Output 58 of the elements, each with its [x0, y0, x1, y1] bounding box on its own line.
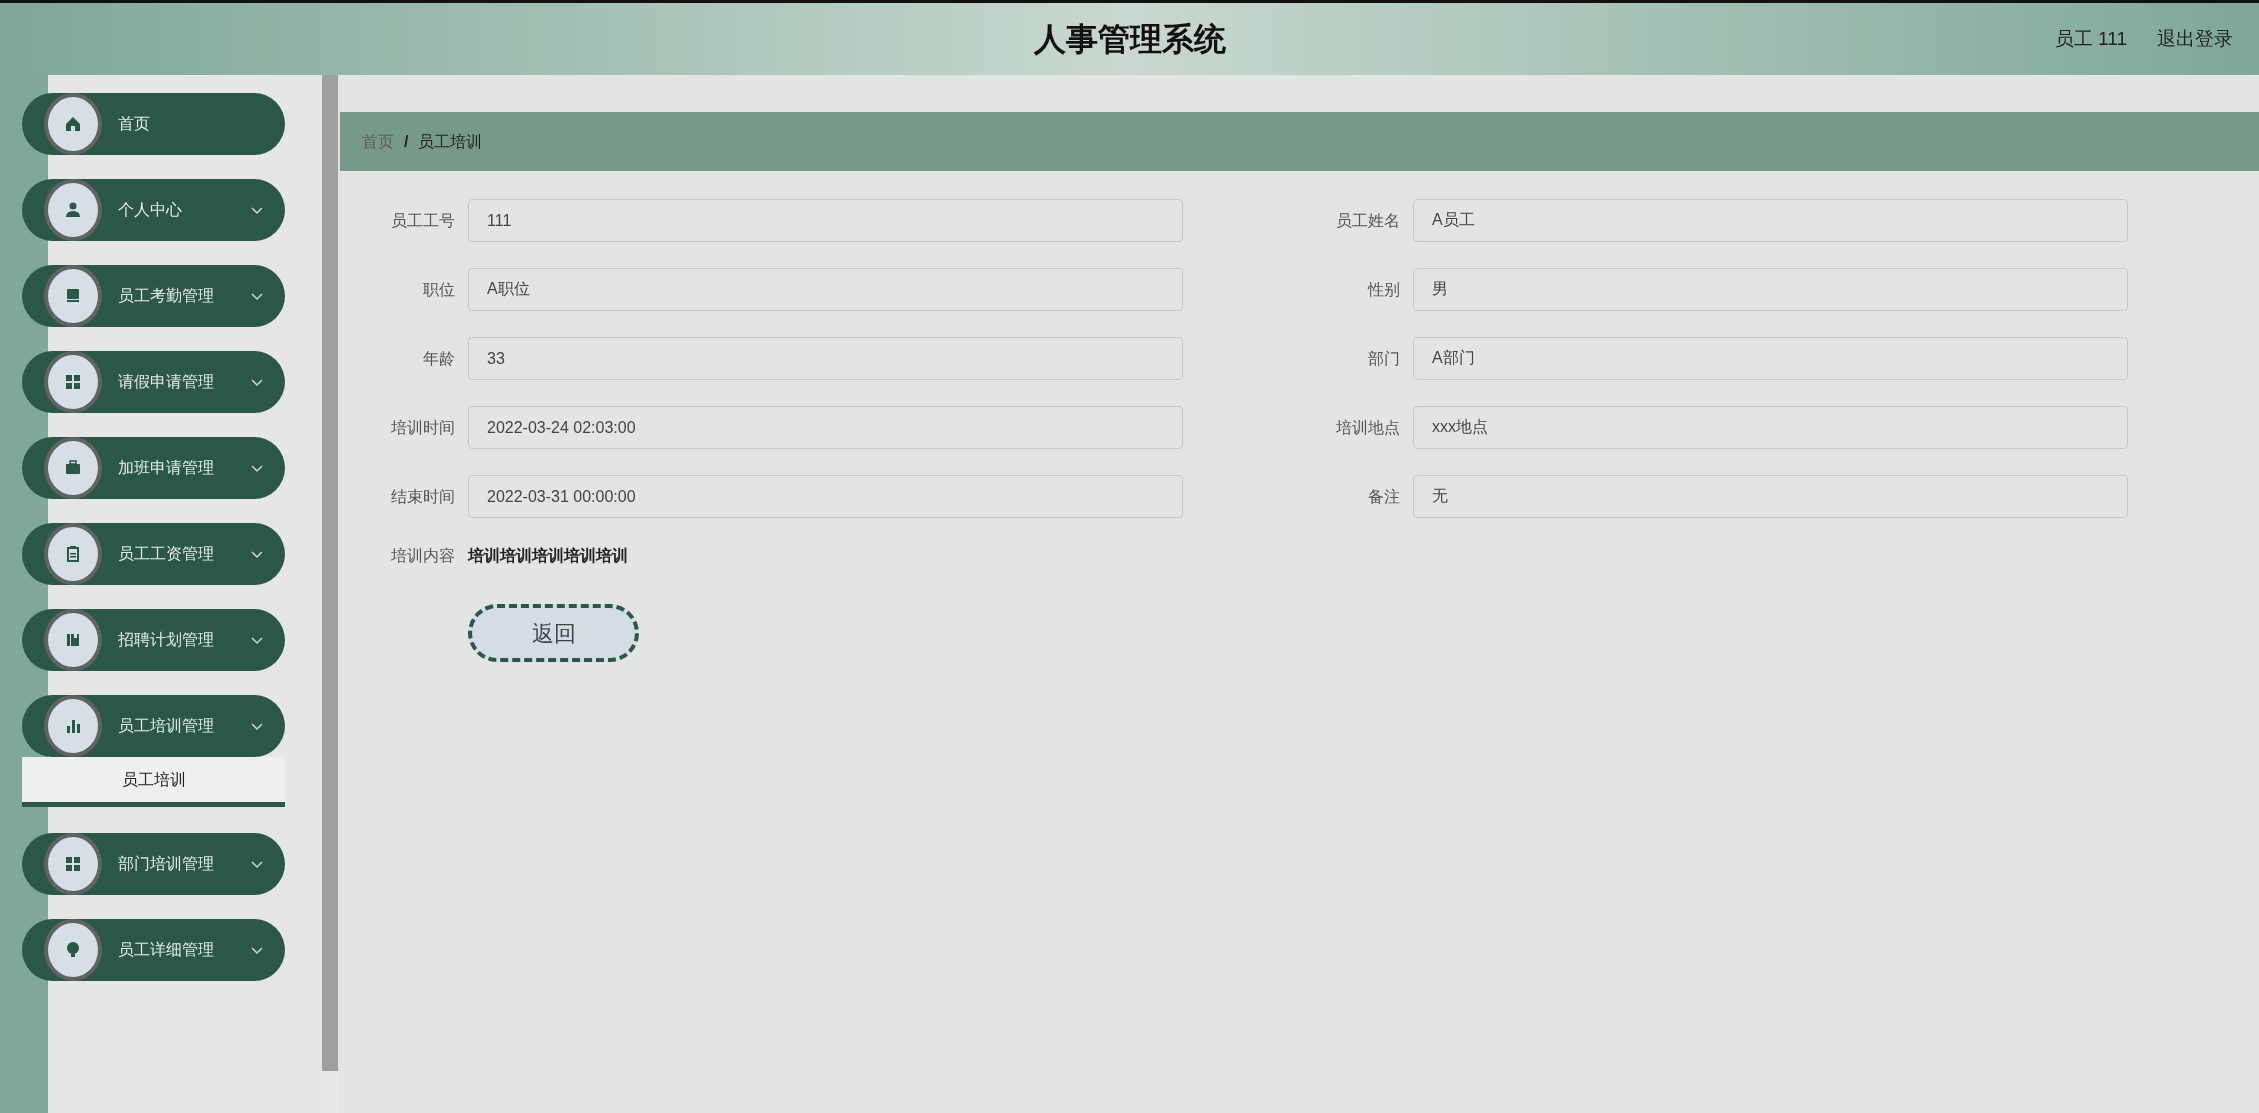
home-icon	[64, 115, 82, 133]
field-label: 员工姓名	[1335, 210, 1400, 231]
field-label: 培训地点	[1335, 417, 1400, 438]
field-label: 职位	[422, 279, 455, 300]
chevron-down-icon	[251, 206, 263, 215]
field-label: 部门	[1367, 348, 1400, 369]
submenu-item[interactable]: 员工培训	[22, 757, 285, 807]
field-label: 年龄	[422, 348, 455, 369]
back-button[interactable]: 返回	[468, 604, 639, 662]
sidebar-menu-item[interactable]: 个人中心	[22, 179, 285, 241]
field-label: 性别	[1366, 279, 1400, 300]
input-field[interactable]: A员工	[1413, 199, 2128, 242]
breadcrumb-current: 员工培训	[418, 131, 483, 152]
input-field[interactable]: 无	[1413, 475, 2128, 518]
chevron-down-icon	[251, 860, 263, 869]
chevron-down-icon	[251, 378, 263, 387]
briefcase-icon	[64, 459, 82, 477]
field-label: 培训时间	[390, 417, 455, 438]
field-value: 培训培训培训培训培训	[468, 546, 628, 566]
clipboard-icon	[64, 545, 82, 563]
chevron-down-icon	[251, 722, 263, 731]
monitor-icon	[64, 287, 82, 305]
chevron-down-icon	[251, 550, 263, 559]
breadcrumb-separator: /	[404, 131, 409, 152]
input-field[interactable]: 111	[468, 199, 1183, 242]
field-label: 备注	[1367, 486, 1400, 507]
input-field[interactable]: 2022-03-31 00:00:00	[468, 475, 1183, 518]
chevron-down-icon	[251, 946, 263, 955]
sidebar-menu-item[interactable]: 员工考勤管理	[22, 265, 285, 327]
input-field[interactable]: A部门	[1413, 337, 2128, 380]
input-field[interactable]: 33	[468, 337, 1183, 380]
field-label: 培训内容	[390, 546, 455, 566]
person-icon	[64, 201, 82, 219]
input-field[interactable]: 男	[1413, 268, 2128, 311]
user-label: 员工 111	[2054, 26, 2127, 51]
grid-icon	[64, 855, 82, 873]
lightbulb-icon	[64, 941, 82, 959]
sidebar-menu-item[interactable]: 加班申请管理	[22, 437, 285, 499]
logout-link[interactable]: 退出登录	[2157, 24, 2233, 54]
field-label: 员工工号	[390, 210, 455, 231]
sidebar-menu-item[interactable]: 员工详细管理	[22, 919, 285, 981]
book-icon	[64, 631, 82, 649]
sidebar-menu-item[interactable]: 首页	[22, 93, 285, 155]
sidebar-menu-item[interactable]: 员工培训管理	[22, 695, 285, 757]
sidebar-menu-item[interactable]: 请假申请管理	[22, 351, 285, 413]
grid-icon	[64, 373, 82, 391]
bar-chart-icon	[64, 717, 82, 735]
chevron-down-icon	[251, 464, 263, 473]
app-title: 人事管理系统	[1033, 20, 1226, 59]
field-label: 结束时间	[390, 486, 455, 507]
sidebar-menu-item[interactable]: 员工工资管理	[22, 523, 285, 585]
sidebar-menu-item[interactable]: 部门培训管理	[22, 833, 285, 895]
chevron-down-icon	[251, 636, 263, 645]
sidebar-menu-item[interactable]: 招聘计划管理	[22, 609, 285, 671]
input-field[interactable]: 2022-03-24 02:03:00	[468, 406, 1183, 449]
input-field[interactable]: xxx地点	[1413, 406, 2128, 449]
input-field[interactable]: A职位	[468, 268, 1183, 311]
chevron-down-icon	[251, 292, 263, 301]
